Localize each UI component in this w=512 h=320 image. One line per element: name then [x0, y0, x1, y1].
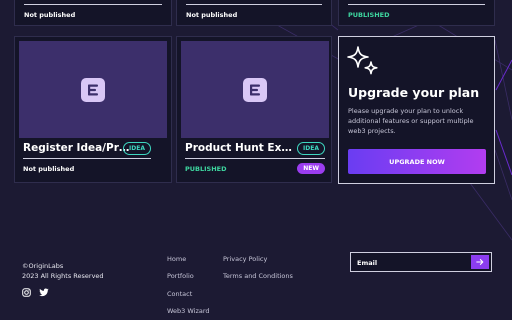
project-title: Product Hunt Example: [185, 142, 297, 154]
status-label: Not published: [24, 11, 76, 19]
social-links: [22, 288, 49, 297]
project-card[interactable]: Not published: [14, 0, 172, 26]
project-card[interactable]: PUBLISHED: [338, 0, 495, 26]
upgrade-now-button[interactable]: UPGRADE NOW: [348, 149, 486, 174]
footer-link-home[interactable]: Home: [167, 255, 186, 263]
project-thumbnail: [181, 41, 329, 138]
footer-link-contact[interactable]: Contact: [167, 290, 192, 298]
project-card-register-idea[interactable]: Register Idea/Project... IDEA Not publis…: [14, 36, 172, 183]
footer-link-web3-wizard[interactable]: Web3 Wizard: [167, 307, 210, 315]
copyright-line-2: 2023 All Rights Reserved: [22, 272, 104, 280]
footer-link-portfolio[interactable]: Portfolio: [167, 272, 194, 280]
project-card[interactable]: Not published: [176, 0, 332, 26]
project-title: Register Idea/Project...: [23, 142, 135, 154]
email-input[interactable]: [357, 257, 467, 268]
card-divider: [348, 4, 485, 5]
email-submit-button[interactable]: [471, 255, 489, 269]
arrow-right-icon: [476, 259, 484, 265]
card-divider: [185, 158, 325, 159]
footer-link-terms[interactable]: Terms and Conditions: [223, 272, 293, 280]
instagram-icon[interactable]: [22, 288, 31, 297]
copyright-line-1: ©OriginLabs: [22, 262, 64, 270]
card-divider: [186, 4, 322, 5]
upgrade-plan-card: Upgrade your plan Please upgrade your pl…: [338, 36, 495, 184]
project-thumbnail: [19, 41, 167, 138]
project-logo-icon: [81, 77, 105, 102]
newsletter-form: [350, 252, 492, 272]
sparkle-icon: [347, 46, 378, 75]
project-card-product-hunt[interactable]: Product Hunt Example IDEA PUBLISHED NEW: [176, 36, 332, 183]
footer-link-privacy-policy[interactable]: Privacy Policy: [223, 255, 267, 263]
idea-badge: IDEA: [123, 142, 151, 155]
project-logo-icon: [243, 77, 267, 102]
status-label: Not published: [186, 11, 238, 19]
upgrade-title: Upgrade your plan: [348, 85, 480, 100]
status-label: PUBLISHED: [348, 11, 390, 19]
copyright: ©OriginLabs 2023 All Rights Reserved: [22, 261, 104, 281]
card-divider: [24, 4, 162, 5]
new-badge: NEW: [297, 163, 325, 174]
upgrade-description: Please upgrade your plan to unlock addit…: [348, 107, 474, 135]
card-divider: [23, 158, 151, 159]
twitter-icon[interactable]: [39, 288, 49, 297]
idea-badge: IDEA: [297, 142, 325, 155]
footer: ©OriginLabs 2023 All Rights Reserved Hom…: [0, 240, 512, 320]
status-label: Not published: [23, 165, 75, 173]
status-label: PUBLISHED: [185, 165, 227, 173]
